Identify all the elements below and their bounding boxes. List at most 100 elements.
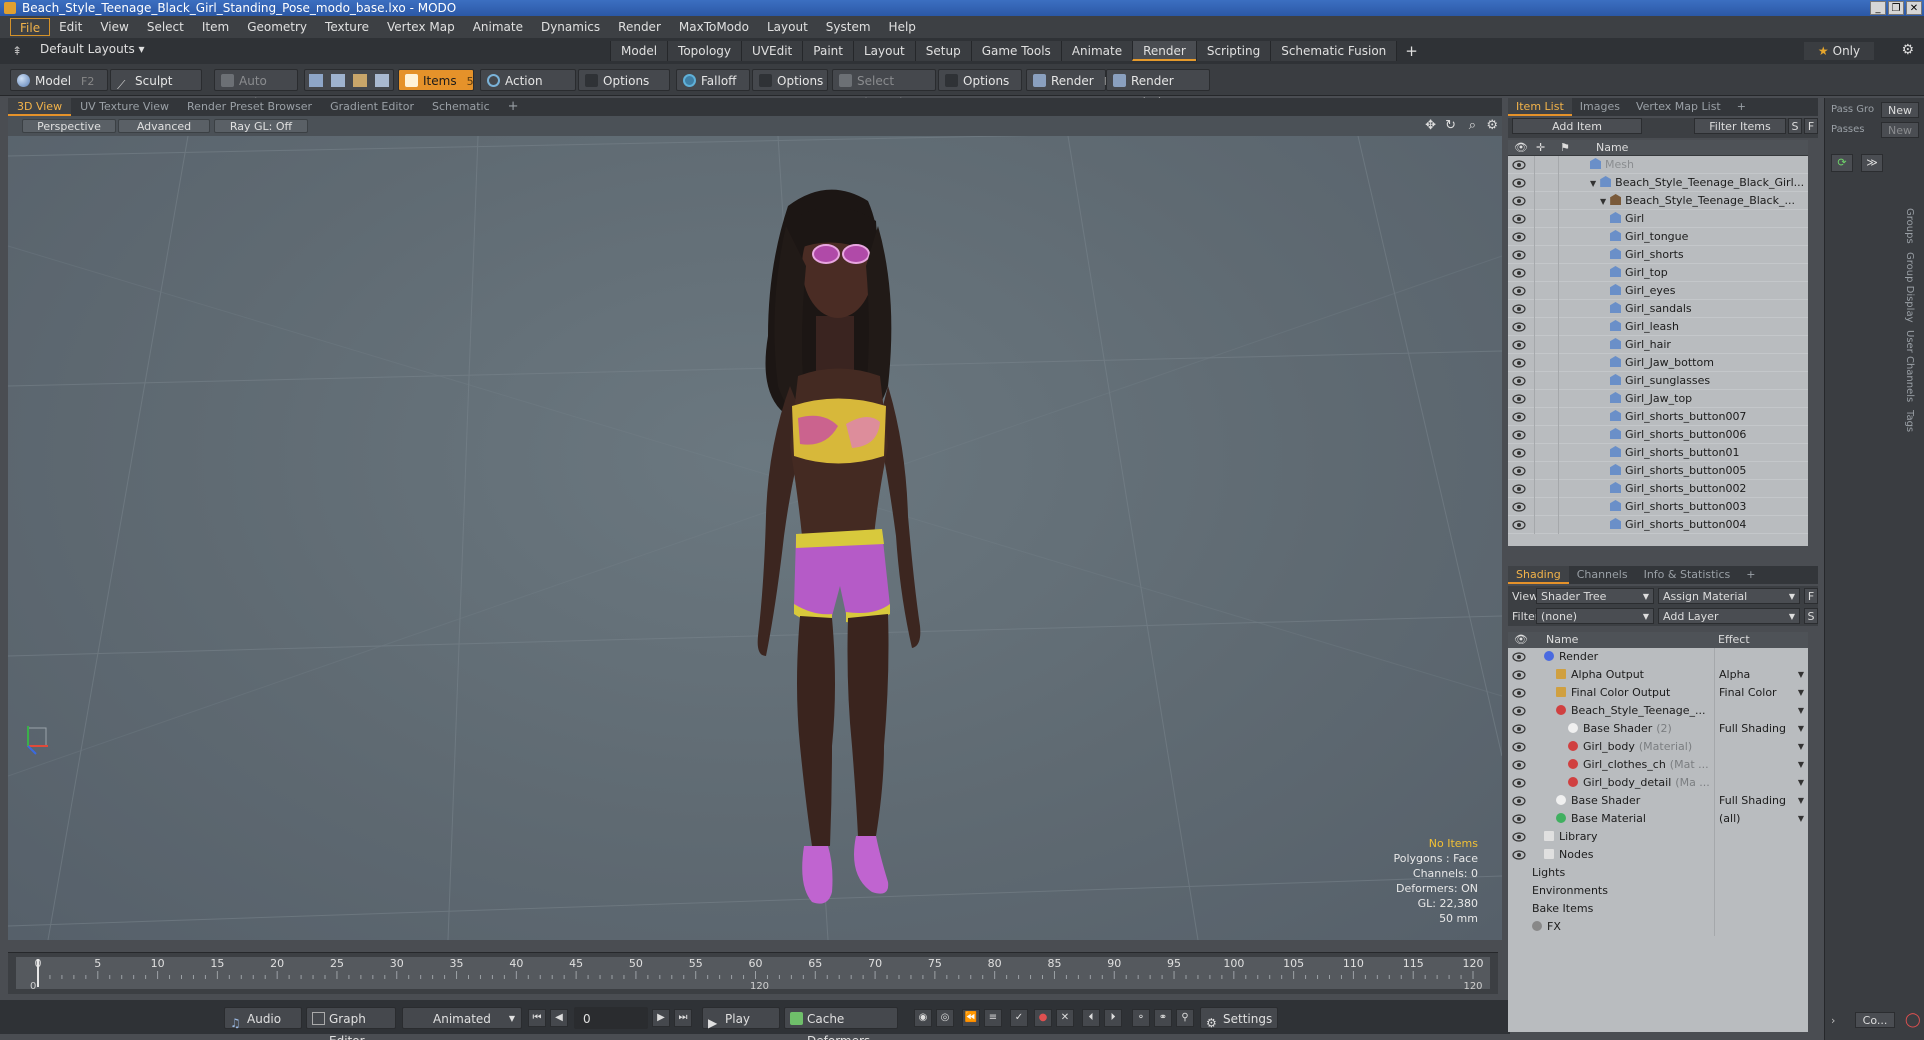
shading-s-button[interactable]: S	[1804, 608, 1818, 624]
menu-maxtomodo[interactable]: MaxToModo	[670, 18, 758, 36]
command-input[interactable]: Co...	[1855, 1012, 1895, 1028]
menu-system[interactable]: System	[817, 18, 880, 36]
add-tab-icon[interactable]: +	[1396, 41, 1426, 61]
visibility-eye-icon[interactable]	[1512, 832, 1526, 842]
render-window-button[interactable]: Render Window	[1106, 69, 1210, 110]
perspective-dropdown[interactable]: Perspective	[22, 119, 116, 133]
tab-images[interactable]: Images	[1572, 98, 1628, 116]
shader-tree-row[interactable]: Beach_Style_Teenage_...	[1508, 702, 1808, 720]
rotate-icon[interactable]: ↻	[1445, 118, 1456, 133]
refresh-icon[interactable]: ⟳	[1831, 154, 1853, 172]
item-list-row[interactable]: Girl_shorts	[1508, 246, 1808, 264]
visibility-eye-icon[interactable]	[1512, 850, 1526, 860]
shader-tree-row[interactable]: Base Shader Full Shading	[1508, 792, 1808, 810]
item-list-row[interactable]: Girl_Jaw_top	[1508, 390, 1808, 408]
menu-edit[interactable]: Edit	[50, 18, 91, 36]
shader-view-dropdown[interactable]: Shader Tree	[1536, 588, 1654, 605]
step-back-icon[interactable]: ⏴	[1082, 1009, 1100, 1027]
effect-cell[interactable]	[1714, 738, 1808, 756]
item-list-row[interactable]: Girl_sandals	[1508, 300, 1808, 318]
shader-tree-row[interactable]: Lights	[1508, 864, 1808, 882]
item-list-row[interactable]: Mesh	[1508, 156, 1808, 174]
gear-icon[interactable]: ⚙	[1901, 42, 1914, 58]
item-list-row[interactable]: Girl_hair	[1508, 336, 1808, 354]
visibility-eye-icon[interactable]	[1512, 724, 1526, 734]
tab-topology[interactable]: Topology	[667, 41, 742, 61]
visibility-eye-icon[interactable]	[1512, 448, 1526, 458]
first-frame-icon[interactable]: ⏮	[528, 1009, 546, 1027]
menu-help[interactable]: Help	[880, 18, 925, 36]
item-list-row[interactable]: Girl_shorts_button007	[1508, 408, 1808, 426]
items-button[interactable]: Items 5	[398, 69, 474, 91]
visibility-eye-icon[interactable]	[1512, 484, 1526, 494]
graph-editor-button[interactable]: Graph Editor	[306, 1007, 396, 1040]
menu-view[interactable]: View	[91, 18, 137, 36]
visibility-eye-icon[interactable]	[1512, 322, 1526, 332]
ray-gl-dropdown[interactable]: Ray GL: Off	[214, 119, 308, 133]
effect-cell[interactable]	[1714, 702, 1808, 720]
item-list-row[interactable]: Girl_shorts_button006	[1508, 426, 1808, 444]
action-center-button[interactable]: Action Center	[480, 69, 576, 110]
last-frame-icon[interactable]: ⏭	[674, 1009, 692, 1027]
visibility-eye-icon[interactable]	[1512, 412, 1526, 422]
menu-animate[interactable]: Animate	[464, 18, 532, 36]
tab-model[interactable]: Model	[610, 41, 668, 61]
filter-dropdown[interactable]: (none)	[1536, 608, 1654, 625]
visibility-eye-icon[interactable]	[1512, 688, 1526, 698]
shader-tree-row[interactable]: Final Color Output Final Color	[1508, 684, 1808, 702]
viewport-tab-3d-view[interactable]: 3D View	[8, 98, 72, 116]
shader-tree-row[interactable]: Base Shader (2) Full Shading	[1508, 720, 1808, 738]
tab-setup[interactable]: Setup	[914, 41, 971, 61]
add-item-dropdown[interactable]: Add Item	[1512, 118, 1642, 134]
shader-tree-row[interactable]: Library	[1508, 828, 1808, 846]
visibility-eye-icon[interactable]	[1512, 706, 1526, 716]
3d-viewport[interactable]: No Items Polygons : Face Channels: 0 Def…	[8, 136, 1502, 940]
filter-icon[interactable]: ⚲	[1176, 1009, 1194, 1027]
visibility-eye-icon[interactable]	[1512, 670, 1526, 680]
key-list-icon[interactable]: ≡	[984, 1009, 1002, 1027]
shader-tree-row[interactable]: Girl_clothes_ch (Mat ...	[1508, 756, 1808, 774]
item-list-row[interactable]: ▼ Beach_Style_Teenage_Black_Girl...	[1508, 174, 1808, 192]
shader-tree-row[interactable]: FX	[1508, 918, 1808, 936]
render-button[interactable]: RenderF9	[1026, 69, 1117, 91]
tab-shading[interactable]: Shading	[1508, 566, 1569, 584]
record-key-icon[interactable]: ◉	[914, 1009, 932, 1027]
audio-button[interactable]: ♫ Audio	[224, 1007, 302, 1030]
select-through-button[interactable]: Select Through	[832, 69, 936, 110]
timeline-ruler[interactable]: 0 5 10 15 20 25 30 35 40 45 50 55 60 65 70 75 80 85 90 95 10…	[8, 953, 1498, 995]
shading-f-button[interactable]: F	[1804, 588, 1818, 604]
visibility-eye-icon[interactable]	[1512, 778, 1526, 788]
prev-frame-icon[interactable]: ◀	[550, 1009, 568, 1027]
visibility-eye-icon[interactable]	[1512, 178, 1526, 188]
tab-animate[interactable]: Animate	[1060, 41, 1133, 61]
add-viewport-tab-icon[interactable]: +	[499, 98, 528, 116]
advanced-dropdown[interactable]: Advanced	[118, 119, 210, 133]
new-pass-group-button[interactable]: New	[1881, 102, 1919, 118]
shader-tree-row[interactable]: Render	[1508, 648, 1808, 666]
visibility-eye-icon[interactable]	[1512, 340, 1526, 350]
menu-select[interactable]: Select	[138, 18, 193, 36]
tab-scripting[interactable]: Scripting	[1195, 41, 1271, 61]
effect-cell[interactable]: Final Color	[1714, 684, 1808, 702]
item-list-row[interactable]: Girl_shorts_button004	[1508, 516, 1808, 534]
menu-layout[interactable]: Layout	[758, 18, 817, 36]
viewport-tab-render-preset-browser[interactable]: Render Preset Browser	[178, 98, 321, 116]
vertical-tab-tags[interactable]: Tags	[1904, 410, 1915, 432]
item-list-f-button[interactable]: F	[1804, 118, 1818, 134]
zoom-icon[interactable]: ⌕	[1469, 118, 1476, 133]
shader-tree-row[interactable]: Environments	[1508, 882, 1808, 900]
visibility-eye-icon[interactable]	[1512, 466, 1526, 476]
tab-item-list[interactable]: Item List	[1508, 98, 1572, 116]
visibility-eye-icon[interactable]	[1512, 394, 1526, 404]
polygons-mode-icon[interactable]	[353, 74, 367, 87]
filter-items-input[interactable]: Filter Items	[1694, 118, 1786, 134]
menu-file[interactable]: File	[10, 18, 51, 36]
effect-cell[interactable]: Full Shading	[1714, 792, 1808, 810]
visibility-eye-icon[interactable]	[1512, 160, 1526, 170]
visibility-eye-icon[interactable]	[1512, 214, 1526, 224]
viewport-tab-gradient-editor[interactable]: Gradient Editor	[321, 98, 423, 116]
auto-key-icon[interactable]: ◎	[936, 1009, 954, 1027]
item-list-s-button[interactable]: S	[1788, 118, 1802, 134]
viewport-tab-uv-texture-view[interactable]: UV Texture View	[71, 98, 178, 116]
materials-mode-icon[interactable]	[375, 74, 389, 87]
